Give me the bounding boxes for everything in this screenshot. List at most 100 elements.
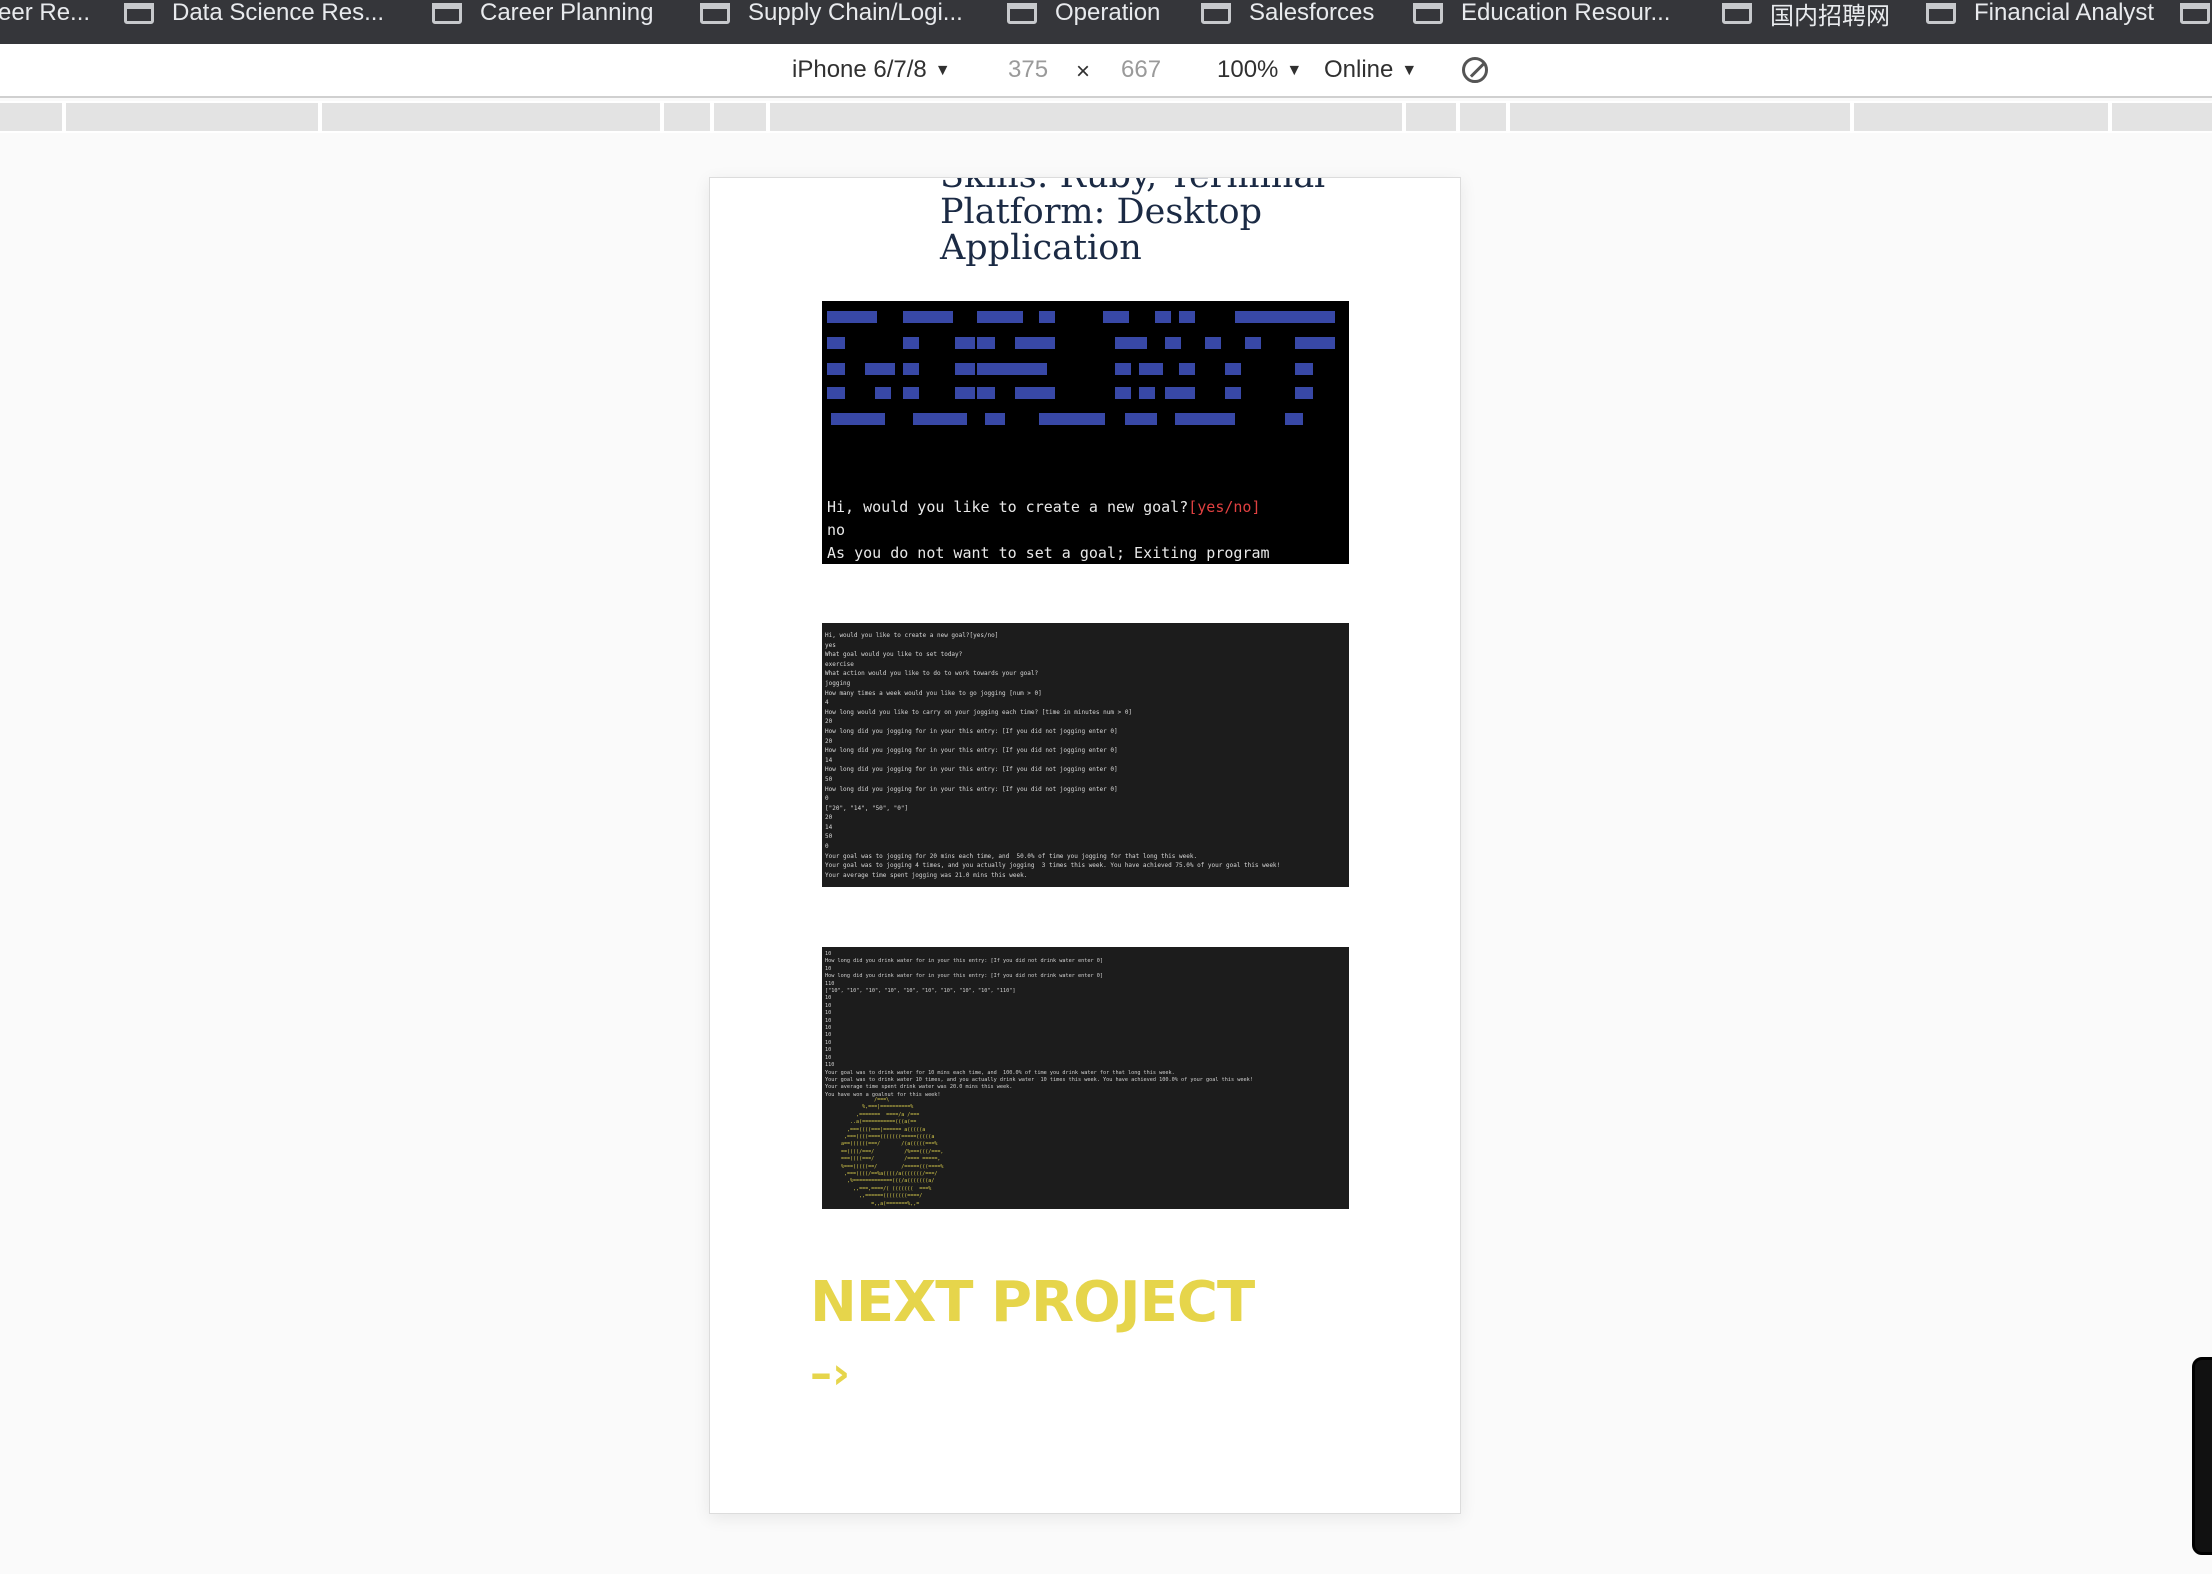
bookmark-item[interactable]: Operation [1007,0,1160,26]
bookmark-item[interactable]: eer Re... [0,0,90,26]
banner-block [913,413,967,425]
terminal-output: Hi, would you like to create a new goal?… [825,632,1281,879]
banner-block [977,363,1047,375]
device-toolbar: iPhone 6/7/8 ▼ 375 × 667 100% ▼ Online ▼ [0,44,2212,98]
bookmark-label: eer Re... [0,0,91,26]
folder-icon [2180,2,2210,24]
folder-icon [1007,2,1037,24]
banner-block [1039,311,1055,323]
banner-block [1295,337,1335,349]
rotate-icon[interactable] [1462,57,1488,83]
folder-icon [1201,2,1231,24]
media-query-segment[interactable] [322,103,660,131]
bookmark-label: Financial Analyst [1974,0,2155,26]
next-project-link[interactable]: NEXT PROJECT [810,1270,1255,1336]
media-query-bar[interactable] [0,101,2212,133]
banner-block [1125,413,1157,425]
bookmark-item[interactable]: Education Resour... [1413,0,1670,26]
banner-block [977,337,995,349]
banner-block [1175,413,1235,425]
ascii-banner [825,307,1345,437]
chevron-down-icon: ▼ [1401,62,1418,79]
banner-block [1165,337,1181,349]
device-label: iPhone 6/7/8 [792,56,927,83]
folder-icon [1722,2,1752,24]
media-query-segment[interactable] [66,103,318,131]
banner-block [875,387,891,399]
banner-block [1179,311,1195,323]
side-handle[interactable] [2192,1357,2212,1555]
banner-block [903,387,919,399]
banner-block [985,413,1005,425]
media-query-segment[interactable] [2112,103,2212,131]
bookmark-item[interactable]: Financial Analyst [1926,0,2154,26]
terminal-options: [yes/no] [1188,498,1261,516]
banner-block [1115,363,1131,375]
banner-block [977,387,995,399]
ascii-donut-art: /===\ %,===|==========% ,======= ====/a … [841,1097,944,1207]
chevron-down-icon: ▼ [1286,62,1303,79]
height-input[interactable]: 667 [1121,56,1161,84]
bookmark-item[interactable]: 国内招聘网 [1722,0,1890,30]
media-query-segment[interactable] [664,103,710,131]
media-query-segment[interactable] [0,103,62,131]
banner-block [977,311,1023,323]
media-query-segment[interactable] [714,103,766,131]
bookmark-label: Salesforces [1249,0,1375,26]
terminal-output: Hi, would you like to create a new goal?… [827,496,1270,564]
banner-block [827,337,845,349]
banner-block [1205,337,1221,349]
bookmarks-bar: eer Re... Data Science Res... Career Pla… [0,0,2212,44]
banner-block [1039,413,1105,425]
bookmark-item[interactable]: Career Planning [432,0,653,26]
bookmark-label: Supply Chain/Logi... [748,0,963,26]
folder-icon [700,2,730,24]
banner-block [1245,337,1261,349]
folder-icon [1926,2,1956,24]
bookmark-item[interactable]: Supply Chain/Logi... [700,0,963,26]
device-viewport[interactable]: Skills: Ruby, Terminal Platform: Desktop… [709,177,1461,1514]
banner-block [1015,337,1055,349]
banner-block [1235,311,1335,323]
bookmark-item[interactable] [2180,0,2212,26]
screenshot-terminal-exit: Hi, would you like to create a new goal?… [822,301,1349,564]
banner-block [955,337,975,349]
media-query-segment[interactable] [1510,103,1850,131]
bookmark-item[interactable]: Data Science Res... [124,0,384,26]
zoom-select[interactable]: 100% ▼ [1217,56,1302,84]
banner-block [1295,363,1313,375]
terminal-answer: no [827,521,846,539]
terminal-prompt: Hi, would you like to create a new goal? [827,498,1189,516]
banner-block [1103,311,1129,323]
banner-block [1115,337,1147,349]
folder-icon [432,2,462,24]
terminal-output: 10 How long did you drink water for in y… [825,951,1253,1098]
network-label: Online [1324,56,1394,83]
bookmark-label: Data Science Res... [172,0,385,26]
folder-icon [1413,2,1443,24]
device-select[interactable]: iPhone 6/7/8 ▼ [792,56,951,84]
banner-block [1225,363,1241,375]
media-query-segment[interactable] [1406,103,1456,131]
banner-block [903,311,953,323]
arrow-right-icon[interactable]: –› [810,1348,850,1399]
banner-block [827,387,845,399]
media-query-segment[interactable] [1460,103,1506,131]
bookmark-label: 国内招聘网 [1770,2,1890,30]
screenshot-terminal-jogging: Hi, would you like to create a new goal?… [822,623,1349,887]
bookmark-item[interactable]: Salesforces [1201,0,1374,26]
banner-block [1115,387,1131,399]
banner-block [1225,387,1241,399]
banner-block [955,363,975,375]
banner-block [827,311,877,323]
banner-block [1139,387,1155,399]
banner-block [1295,387,1313,399]
media-query-segment[interactable] [1854,103,2108,131]
bookmark-label: Career Planning [480,0,654,26]
banner-block [1155,311,1171,323]
project-platform-cont: Application [940,228,1142,268]
width-input[interactable]: 375 [1008,56,1048,84]
media-query-segment[interactable] [770,103,1402,131]
screenshot-terminal-water: 10 How long did you drink water for in y… [822,947,1349,1209]
network-select[interactable]: Online ▼ [1324,56,1417,84]
